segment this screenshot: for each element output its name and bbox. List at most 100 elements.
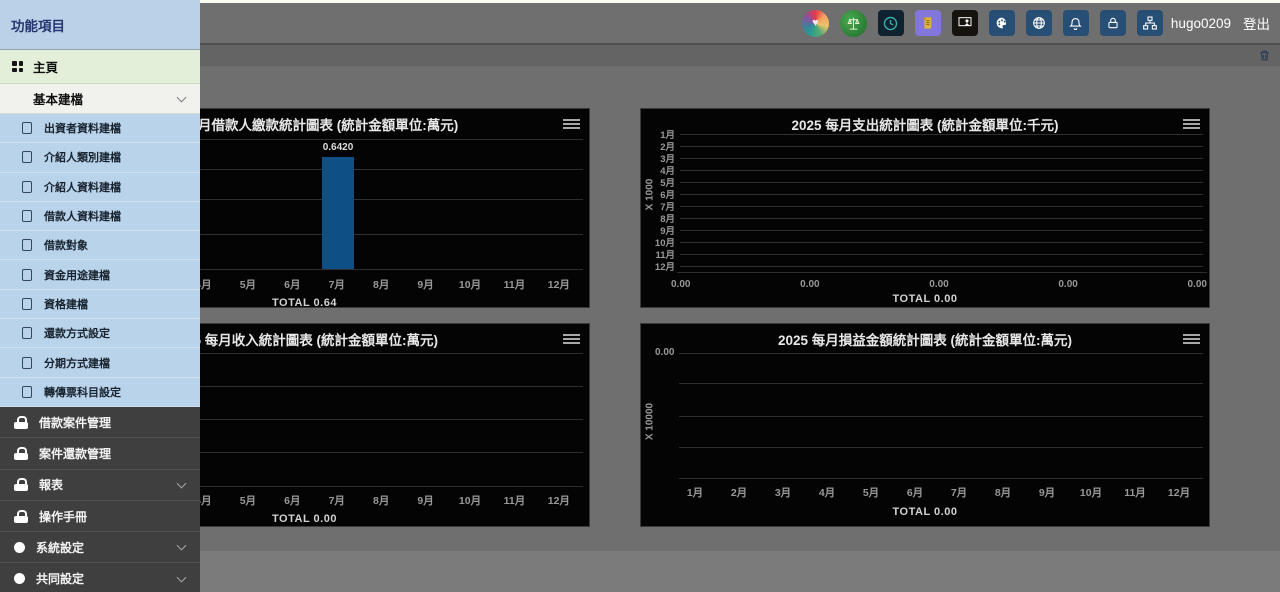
y-axis-month-label: 12月 [649,259,680,273]
sidebar-item-label: 共同設定 [36,570,84,587]
sidebar-item-label: 介紹人資料建檔 [44,179,121,195]
palette-icon[interactable] [989,10,1015,36]
x-axis-month-label: 8月 [981,485,1025,500]
chart-menu-icon[interactable] [563,332,580,346]
x-axis-month-label: 6月 [270,277,314,292]
gridline [680,134,1203,135]
x-axis-month-label: 8月 [359,277,403,292]
lock-icon [14,447,28,460]
clock-app-icon[interactable] [878,10,904,36]
sidebar-item[interactable]: 借款案件管理 [0,407,200,438]
square-icon [22,327,32,339]
trash-icon[interactable] [1258,48,1271,63]
gridline [680,158,1203,159]
gridline [680,182,1203,183]
lock-icon [14,510,28,523]
gear-icon [14,573,25,584]
bar-value-label: 0.6420 [302,142,374,153]
sidebar-item-label: 主頁 [33,57,58,76]
month-row: 9月 [649,225,1203,235]
gridline [680,242,1203,243]
month-row: 11月 [649,249,1203,259]
sidebar-item-label: 借款對象 [44,237,88,253]
gridline [680,266,1203,267]
x-axis-month-label: 5月 [226,277,270,292]
x-axis-tick: 0.00 [800,279,819,290]
chart-menu-icon[interactable] [1183,332,1200,346]
sidebar-item[interactable]: 分期方式建檔 [0,348,200,377]
x-axis-labels: 1月2月3月4月5月6月7月8月9月10月11月12月 [673,485,1201,500]
sitemap-icon[interactable] [1137,10,1163,36]
sidebar-item-label: 報表 [39,476,63,493]
sidebar-group-basic[interactable]: 基本建檔 [0,84,200,114]
x-axis-month-label: 11月 [492,493,536,508]
y-axis-label: X 10000 [645,399,656,445]
x-axis-month-label: 6月 [270,493,314,508]
logout-button[interactable]: 登出 [1243,13,1270,33]
sidebar-item-label: 介紹人類別建檔 [44,149,121,165]
month-rows: 1月2月3月4月5月6月7月8月9月10月11月12月 [649,129,1203,271]
app-logo-pinwheel-icon[interactable]: ♥ [802,10,829,37]
sidebar-item[interactable]: 借款對象 [0,231,200,260]
bell-icon[interactable] [1063,10,1089,36]
sidebar-item-label: 操作手冊 [39,508,87,525]
x-axis-month-label: 10月 [1069,485,1113,500]
globe-icon[interactable] [1026,10,1052,36]
gridline [680,206,1203,207]
x-axis-month-label: 5月 [226,493,270,508]
month-row: 1月 [649,129,1203,139]
gear-icon [14,542,25,553]
gridline [680,218,1203,219]
sidebar-item-label: 轉傳票科目設定 [44,384,121,400]
sidebar-item-label: 系統設定 [36,539,84,556]
month-row: 8月 [649,213,1203,223]
sidebar-item-label: 分期方式建檔 [44,355,110,371]
sidebar-item[interactable]: 資格建檔 [0,290,200,319]
x-axis-month-label: 12月 [1157,485,1201,500]
x-axis-month-label: 11月 [492,277,536,292]
chart-menu-icon[interactable] [563,117,580,131]
scroll-app-icon[interactable] [915,10,941,36]
sidebar-item[interactable]: 介紹人資料建檔 [0,173,200,202]
x-axis-ticks: 0.000.000.000.000.00 [671,279,1207,290]
sidebar-item[interactable]: 共同設定 [0,563,200,592]
square-icon [22,122,32,134]
x-axis-month-label: 9月 [403,277,447,292]
x-axis-month-label: 7月 [315,277,359,292]
sidebar-item[interactable]: 系統設定 [0,532,200,563]
sidebar-item[interactable]: 轉傳票科目設定 [0,378,200,407]
x-axis-month-label: 8月 [359,493,403,508]
month-row: 7月 [649,201,1203,211]
x-axis-month-label: 7月 [315,493,359,508]
sidebar-item[interactable]: 介紹人類別建檔 [0,143,200,172]
y-axis-tick: 0.00 [655,347,674,358]
sidebar-item[interactable]: 操作手冊 [0,501,200,532]
sidebar-item[interactable]: 資金用途建檔 [0,260,200,289]
sidebar-item[interactable]: 報表 [0,470,200,501]
sidebar-group-label: 基本建檔 [33,89,83,108]
month-row: 12月 [649,261,1203,271]
presentation-app-icon[interactable] [952,10,978,36]
sidebar-item[interactable]: 還款方式設定 [0,319,200,348]
sidebar-item-home[interactable]: 主頁 [0,50,200,84]
sidebar-title: 功能項目 [0,0,200,50]
square-icon [22,357,32,369]
sidebar-item-label: 案件還款管理 [39,445,111,462]
username-label: hugo0209 [1171,16,1231,31]
x-axis-month-label: 3月 [761,485,805,500]
x-axis-month-label: 10月 [448,493,492,508]
square-icon [22,386,32,398]
square-icon [22,210,32,222]
x-axis-month-label: 1月 [673,485,717,500]
chart-title: 2025 每月損益金額統計圖表 (統計金額單位:萬元) [641,329,1209,349]
lock-icon [14,416,28,429]
lock-icon[interactable] [1100,10,1126,36]
x-axis-month-label: 9月 [403,493,447,508]
chart-panel-profit-loss: 2025 每月損益金額統計圖表 (統計金額單位:萬元) 0.00 X 10000… [640,323,1210,527]
sidebar-item[interactable]: 借款人資料建檔 [0,202,200,231]
x-axis-month-label: 9月 [1025,485,1069,500]
app-logo-scale-icon[interactable] [840,10,867,37]
sidebar-item[interactable]: 案件還款管理 [0,438,200,469]
sidebar-item[interactable]: 出資者資料建檔 [0,114,200,143]
gridline [680,146,1203,147]
